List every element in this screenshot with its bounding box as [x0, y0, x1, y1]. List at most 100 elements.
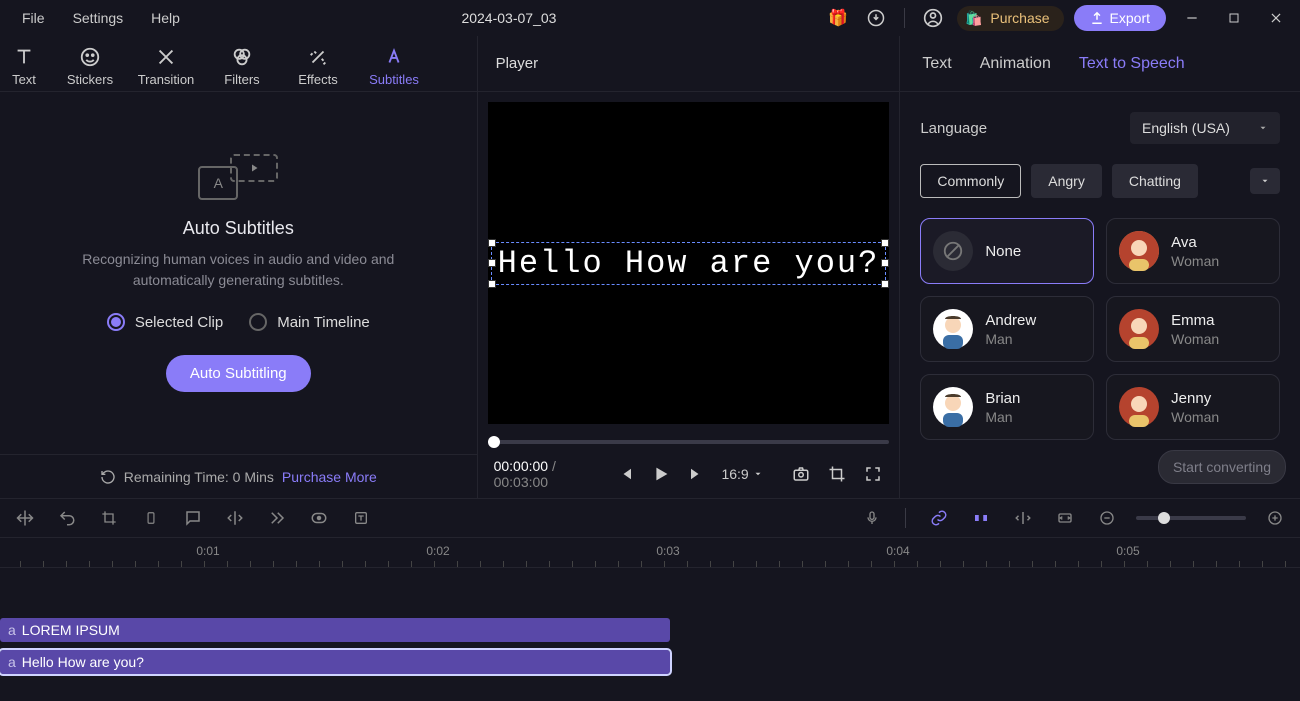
resize-handle[interactable] [881, 280, 889, 288]
radio-icon [107, 313, 125, 331]
radio-main-timeline-label: Main Timeline [277, 314, 370, 331]
language-value: English (USA) [1142, 120, 1230, 136]
account-icon[interactable] [919, 4, 947, 32]
zoom-in-icon[interactable] [1262, 505, 1288, 531]
export-label: Export [1110, 10, 1150, 26]
zoom-knob[interactable] [1158, 512, 1170, 524]
radio-selected-clip[interactable]: Selected Clip [107, 313, 223, 331]
speed-icon[interactable] [264, 505, 290, 531]
voice-brian-name: Brian [985, 390, 1020, 407]
subtitle-clip-2[interactable]: a Hello How are you? [0, 650, 670, 674]
download-icon[interactable] [862, 4, 890, 32]
subtitle-text: Hello How are you? [498, 245, 880, 282]
undo-icon[interactable] [54, 505, 80, 531]
auto-subtitling-button[interactable]: Auto Subtitling [166, 355, 311, 392]
project-title: 2024-03-07_03 [194, 10, 824, 26]
minimize-button[interactable] [1176, 2, 1208, 34]
divider [904, 8, 905, 28]
auto-subtitle-title: Auto Subtitles [183, 218, 294, 239]
aspect-ratio-select[interactable]: 16:9 [721, 466, 762, 482]
split-icon[interactable] [1010, 505, 1036, 531]
resize-handle[interactable] [881, 239, 889, 247]
magnet-icon[interactable] [968, 505, 994, 531]
ruler-tick: 0:01 [196, 544, 219, 558]
menu-help[interactable]: Help [137, 2, 194, 34]
inspector-tab-tts[interactable]: Text to Speech [1079, 55, 1185, 73]
voice-ava[interactable]: Ava Woman [1106, 218, 1280, 284]
tab-effects[interactable]: Effects [284, 44, 352, 87]
timeline-tracks[interactable]: a LOREM IPSUM a Hello How are you? [0, 568, 1300, 700]
clip-prefix: a [8, 622, 16, 638]
inspector-tab-text[interactable]: Text [922, 55, 951, 73]
resize-handle[interactable] [881, 259, 889, 267]
voice-emma[interactable]: Emma Woman [1106, 296, 1280, 362]
zoom-slider[interactable] [1136, 516, 1246, 520]
voice-none-label: None [985, 243, 1021, 260]
pill-chatting[interactable]: Chatting [1112, 164, 1198, 198]
menu-settings[interactable]: Settings [59, 2, 138, 34]
voice-andrew-role: Man [985, 331, 1036, 347]
maximize-button[interactable] [1218, 2, 1250, 34]
radio-icon [249, 313, 267, 331]
crop-button[interactable] [826, 460, 848, 488]
timeline-ruler[interactable]: 0:01 0:02 0:03 0:04 0:05 [0, 538, 1300, 568]
auto-subtitle-illustration: A [198, 154, 278, 200]
resize-handle[interactable] [488, 239, 496, 247]
scrubber[interactable] [488, 434, 890, 450]
voice-none[interactable]: None [920, 218, 1094, 284]
voice-emma-role: Woman [1171, 331, 1219, 347]
voice-brian[interactable]: Brian Man [920, 374, 1094, 440]
pill-commonly[interactable]: Commonly [920, 164, 1021, 198]
play-button[interactable] [650, 460, 672, 488]
purchase-button[interactable]: 🛍️ Purchase [957, 6, 1064, 31]
tab-subtitles[interactable]: Subtitles [360, 44, 428, 87]
record-icon[interactable] [306, 505, 332, 531]
zoom-out-icon[interactable] [1094, 505, 1120, 531]
next-frame-button[interactable] [686, 460, 708, 488]
bag-icon: 🛍️ [965, 10, 982, 27]
close-button[interactable] [1260, 2, 1292, 34]
menu-file[interactable]: File [8, 2, 59, 34]
gift-icon[interactable]: 🎁 [824, 4, 852, 32]
crop-tool-icon[interactable] [96, 505, 122, 531]
none-icon [933, 231, 973, 271]
language-select[interactable]: English (USA) [1130, 112, 1280, 144]
tab-stickers[interactable]: Stickers [56, 44, 124, 87]
voice-andrew[interactable]: Andrew Man [920, 296, 1094, 362]
purchase-more-link[interactable]: Purchase More [282, 469, 377, 485]
voice-jenny[interactable]: Jenny Woman [1106, 374, 1280, 440]
comment-icon[interactable] [180, 505, 206, 531]
tab-transition[interactable]: Transition [132, 44, 200, 87]
subtitle-overlay[interactable]: Hello How are you? [491, 242, 887, 285]
flip-icon[interactable] [222, 505, 248, 531]
text-clip-icon[interactable] [348, 505, 374, 531]
refresh-icon[interactable] [100, 469, 116, 485]
tab-subtitles-label: Subtitles [369, 72, 419, 87]
pill-angry[interactable]: Angry [1031, 164, 1102, 198]
auto-subtitle-desc: Recognizing human voices in audio and vi… [58, 249, 418, 291]
snapshot-button[interactable] [791, 460, 813, 488]
start-converting-button[interactable]: Start converting [1158, 450, 1286, 484]
inspector-tab-animation[interactable]: Animation [980, 55, 1051, 73]
link-icon[interactable] [926, 505, 952, 531]
video-preview[interactable]: Hello How are you? [488, 102, 890, 424]
tab-transition-label: Transition [138, 72, 195, 87]
prev-frame-button[interactable] [614, 460, 636, 488]
device-icon[interactable] [138, 505, 164, 531]
scrubber-knob[interactable] [488, 436, 500, 448]
pill-more[interactable] [1250, 168, 1280, 194]
subtitle-clip-1[interactable]: a LOREM IPSUM [0, 618, 670, 642]
tab-text[interactable]: Text [0, 44, 48, 87]
ruler-tick: 0:05 [1116, 544, 1139, 558]
export-button[interactable]: Export [1074, 5, 1166, 31]
avatar-icon [933, 387, 973, 427]
mic-icon[interactable] [859, 505, 885, 531]
move-tool-icon[interactable] [12, 505, 38, 531]
resize-handle[interactable] [488, 280, 496, 288]
radio-main-timeline[interactable]: Main Timeline [249, 313, 370, 331]
scrubber-track [488, 440, 890, 444]
resize-handle[interactable] [488, 259, 496, 267]
fullscreen-button[interactable] [862, 460, 884, 488]
fit-icon[interactable] [1052, 505, 1078, 531]
tab-filters[interactable]: Filters [208, 44, 276, 87]
